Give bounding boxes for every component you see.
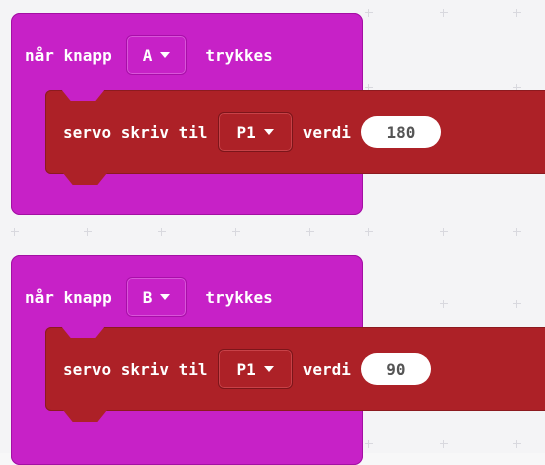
block-notch <box>63 173 107 185</box>
grid-mark <box>440 9 448 17</box>
workspace[interactable]: når knapp A trykkes servo skriv til P1 v… <box>0 0 545 465</box>
event-suffix: trykkes <box>205 287 273 307</box>
event-suffix: trykkes <box>205 45 273 65</box>
button-a-event-block[interactable]: når knapp A trykkes servo skriv til P1 v… <box>11 13 545 215</box>
grid-mark <box>306 228 314 236</box>
chevron-down-icon <box>263 129 274 135</box>
chevron-down-icon <box>160 294 171 300</box>
event-prefix: når knapp <box>25 45 112 65</box>
grid-mark <box>440 228 448 236</box>
servo-row: servo skriv til P1 verdi 180 <box>63 111 441 153</box>
event-header: når knapp B trykkes <box>25 277 273 317</box>
grid-mark <box>440 440 448 448</box>
grid-mark <box>513 300 521 308</box>
pin-value: P1 <box>236 122 256 142</box>
block-notch <box>63 410 107 422</box>
button-dropdown[interactable]: A <box>125 35 188 75</box>
button-b-event-block[interactable]: når knapp B trykkes servo skriv til P1 v… <box>11 255 545 465</box>
chevron-down-icon <box>160 52 171 58</box>
value-label: verdi <box>302 359 351 379</box>
event-prefix: når knapp <box>25 287 112 307</box>
grid-mark <box>513 440 521 448</box>
grid-mark <box>365 9 373 17</box>
block-notch <box>61 89 105 101</box>
value-label: verdi <box>302 122 351 142</box>
grid-mark <box>513 228 521 236</box>
event-header: når knapp A trykkes <box>25 35 273 75</box>
grid-mark <box>232 228 240 236</box>
servo-write-block[interactable]: servo skriv til P1 verdi 180 <box>45 89 545 185</box>
pin-value: P1 <box>236 359 256 379</box>
servo-write-block[interactable]: servo skriv til P1 verdi 90 <box>45 326 545 422</box>
servo-value-input[interactable]: 180 <box>360 116 441 148</box>
button-dropdown[interactable]: B <box>125 277 188 317</box>
servo-row: servo skriv til P1 verdi 90 <box>63 348 431 390</box>
servo-verb: servo skriv til <box>63 359 208 379</box>
servo-value-input[interactable]: 90 <box>360 353 431 385</box>
button-value: A <box>142 45 153 65</box>
grid-mark <box>513 9 521 17</box>
pin-dropdown[interactable]: P1 <box>217 112 293 152</box>
grid-mark <box>365 440 373 448</box>
grid-mark <box>158 228 166 236</box>
grid-mark <box>365 228 373 236</box>
chevron-down-icon <box>263 366 274 372</box>
grid-mark <box>84 228 92 236</box>
servo-verb: servo skriv til <box>63 122 208 142</box>
pin-dropdown[interactable]: P1 <box>217 349 293 389</box>
block-notch <box>61 326 105 338</box>
grid-mark <box>440 300 448 308</box>
button-value: B <box>142 287 153 307</box>
grid-mark <box>11 228 19 236</box>
